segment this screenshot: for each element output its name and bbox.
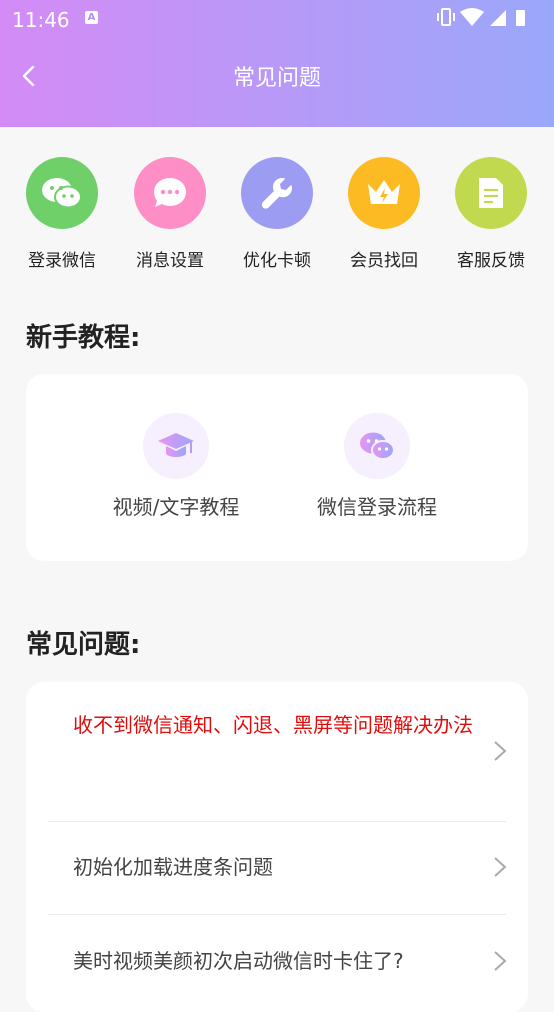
wechat-icon	[26, 157, 98, 229]
faq-section-title: 常见问题:	[26, 630, 141, 660]
tutorial-label: 视频/文字教程	[112, 495, 240, 519]
faq-question: 初始化加载进度条问题	[73, 855, 273, 879]
crown-icon	[348, 157, 420, 229]
shortcut-message-settings[interactable]: 消息设置	[125, 157, 215, 271]
shortcut-feedback[interactable]: 客服反馈	[446, 157, 536, 271]
faq-question: 收不到微信通知、闪退、黑屏等问题解决办法	[73, 713, 473, 737]
chevron-right-icon	[494, 741, 507, 761]
tutorial-card: 视频/文字教程 微信登录流程	[26, 374, 528, 561]
shortcut-label: 客服反馈	[457, 251, 525, 271]
shortcut-label: 消息设置	[136, 251, 204, 271]
shortcut-label: 会员找回	[350, 251, 418, 271]
faq-item[interactable]: 初始化加载进度条问题	[26, 844, 528, 890]
tutorial-label: 微信登录流程	[317, 495, 437, 519]
shortcut-login-wechat[interactable]: 登录微信	[17, 157, 107, 271]
faq-item[interactable]: 美时视频美颜初次启动微信时卡住了?	[26, 938, 528, 984]
chevron-right-icon	[494, 951, 507, 971]
divider	[48, 914, 506, 915]
faq-question: 美时视频美颜初次启动微信时卡住了?	[73, 949, 404, 973]
header: 11:46 A 常见问题	[0, 0, 554, 127]
document-icon	[455, 157, 527, 229]
status-time: 11:46	[12, 8, 70, 32]
notification-icon: A	[85, 11, 98, 24]
vibrate-icon	[437, 8, 455, 26]
graduation-cap-icon	[143, 413, 209, 479]
message-icon	[134, 157, 206, 229]
divider	[48, 821, 506, 822]
tutorial-video-text[interactable]: 视频/文字教程	[81, 413, 271, 520]
shortcut-optimize[interactable]: 优化卡顿	[232, 157, 322, 271]
wrench-icon	[241, 157, 313, 229]
shortcut-label: 登录微信	[28, 251, 96, 271]
status-icons	[437, 8, 525, 26]
chevron-right-icon	[494, 857, 507, 877]
tutorial-section-title: 新手教程:	[26, 323, 141, 353]
page-title: 常见问题	[232, 66, 321, 91]
wechat-icon	[344, 413, 410, 479]
signal-icon	[490, 10, 506, 26]
faq-card: 收不到微信通知、闪退、黑屏等问题解决办法 初始化加载进度条问题 美时视频美颜初次…	[26, 682, 528, 1012]
shortcut-label: 优化卡顿	[243, 251, 311, 271]
faq-item[interactable]: 收不到微信通知、闪退、黑屏等问题解决办法	[26, 702, 528, 820]
shortcut-vip-recover[interactable]: 会员找回	[339, 157, 429, 271]
wifi-icon	[460, 8, 484, 26]
tutorial-wechat-login[interactable]: 微信登录流程	[282, 413, 472, 520]
battery-icon	[516, 10, 525, 26]
